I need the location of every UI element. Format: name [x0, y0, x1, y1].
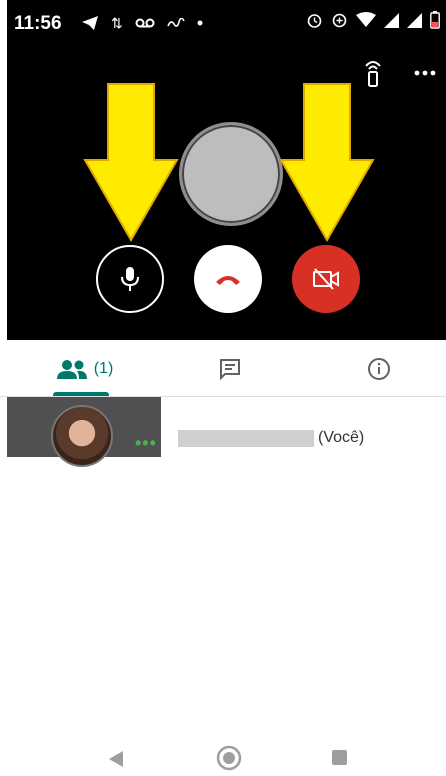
telegram-icon — [82, 16, 98, 30]
voicemail-icon — [135, 18, 155, 28]
annotation-arrow-icon — [279, 82, 375, 242]
more-options-icon[interactable] — [414, 70, 436, 76]
turn-off-camera-button[interactable] — [292, 245, 360, 313]
meet-call-screen: 11:56 ⇅ (1) ••• (Você) — [0, 0, 446, 776]
annotation-arrow-icon — [83, 82, 179, 242]
microphone-icon — [121, 267, 139, 291]
status-bar: 11:56 ⇅ — [7, 0, 446, 44]
participant-more-icon[interactable]: ••• — [135, 433, 157, 454]
tab-info[interactable] — [334, 340, 424, 397]
tab-chat[interactable] — [180, 340, 280, 397]
status-time: 11:56 — [14, 13, 62, 34]
participant-name-redacted — [178, 430, 314, 447]
android-nav-bar — [0, 740, 446, 776]
chat-icon — [220, 358, 240, 380]
battery-low-icon — [430, 11, 440, 29]
status-icons-left: ⇅ — [81, 14, 203, 32]
participant-you-label: (Você) — [318, 429, 365, 446]
signal-icon — [407, 12, 422, 28]
data-saver-icon — [332, 13, 347, 27]
participant-video-tile: ••• — [7, 397, 161, 467]
status-icons-right — [306, 11, 440, 29]
tab-people[interactable]: (1) — [32, 340, 137, 397]
alarm-icon — [307, 13, 322, 28]
recents-icon[interactable] — [332, 750, 347, 765]
avatar — [51, 405, 113, 467]
participant-row[interactable]: ••• (Você) — [0, 397, 446, 467]
call-tabs: (1) — [0, 340, 446, 397]
home-icon[interactable] — [215, 744, 243, 772]
hang-up-icon — [216, 276, 240, 285]
signal-icon — [384, 12, 399, 28]
back-icon[interactable] — [108, 750, 124, 768]
notification-icon — [166, 18, 185, 27]
people-icon — [56, 359, 87, 379]
info-icon — [368, 357, 390, 380]
people-count: (1) — [93, 359, 114, 377]
active-tab-indicator — [53, 392, 109, 396]
dot-icon — [197, 20, 203, 26]
wifi-icon — [356, 12, 376, 27]
end-call-button[interactable] — [194, 245, 262, 313]
call-stage: 11:56 ⇅ — [7, 0, 446, 340]
camera-off-icon — [313, 268, 339, 290]
self-avatar — [179, 122, 283, 226]
mute-microphone-button[interactable] — [96, 245, 164, 313]
data-transfer-icon: ⇅ — [111, 15, 123, 31]
